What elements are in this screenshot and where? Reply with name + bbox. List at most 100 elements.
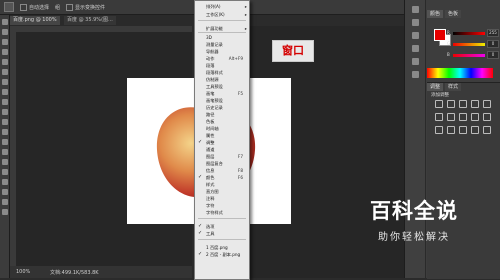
layers-panel-icon[interactable] [411, 58, 419, 65]
pen-tool-button[interactable] [1, 159, 8, 165]
menu-item[interactable]: ✓ 调整 [195, 139, 249, 146]
menu-item[interactable]: 色板 [195, 118, 249, 125]
properties-panel-icon[interactable] [411, 19, 419, 26]
show-transform-option[interactable]: 显示变换控件 [66, 3, 105, 11]
stamp-tool-button[interactable] [1, 99, 8, 105]
lasso-tool-button[interactable] [1, 39, 8, 45]
color-spectrum-bar[interactable] [427, 68, 493, 78]
crop-tool-button[interactable] [1, 59, 8, 65]
photo-filter-icon[interactable] [471, 113, 479, 121]
menu-item[interactable]: ✓ 选项 [195, 223, 249, 230]
history-brush-tool-button[interactable] [1, 109, 8, 115]
eraser-tool-button[interactable] [1, 119, 8, 125]
threshold-icon[interactable] [459, 126, 467, 134]
menu-item[interactable]: 路径 [195, 111, 249, 118]
menu-item[interactable]: 3D [195, 34, 249, 41]
menu-item-label: 工具 [206, 231, 215, 236]
menu-item[interactable]: 画笔 F5 [195, 90, 249, 97]
gradient-tool-button[interactable] [1, 129, 8, 135]
menu-item[interactable]: 字符 [195, 202, 249, 209]
menu-item[interactable]: 段落 [195, 62, 249, 69]
blue-value-field[interactable]: 0 [487, 51, 499, 59]
menu-item[interactable]: 排列(A) ▸ [195, 3, 249, 10]
selective-color-icon[interactable] [483, 126, 491, 134]
hand-tool-button[interactable] [1, 199, 8, 205]
gradient-map-icon[interactable] [471, 126, 479, 134]
type-tool-button[interactable] [1, 169, 8, 175]
menu-item[interactable]: 图层 F7 [195, 153, 249, 160]
dodge-tool-button[interactable] [1, 149, 8, 155]
red-slider-track[interactable] [453, 32, 485, 35]
menu-item[interactable]: 字符样式 [195, 209, 249, 216]
posterize-icon[interactable] [447, 126, 455, 134]
menu-item[interactable]: ✓ 2 百度 - 副本.png [195, 251, 249, 258]
hue-saturation-icon[interactable] [435, 113, 443, 121]
menu-item[interactable]: 图层复合 [195, 160, 249, 167]
vibrance-icon[interactable] [483, 100, 491, 108]
menu-item[interactable]: 属性 [195, 132, 249, 139]
color-balance-icon[interactable] [447, 113, 455, 121]
menu-item[interactable]: 注释 [195, 195, 249, 202]
tab-swatches[interactable]: 色板 [445, 10, 462, 18]
menu-item[interactable]: 直方图 [195, 188, 249, 195]
green-slider[interactable]: G 0 [447, 40, 499, 48]
brightness-icon[interactable] [435, 100, 443, 108]
document-tab[interactable]: 百度 @ 35.9%(图... [64, 16, 116, 25]
channel-mixer-icon[interactable] [483, 113, 491, 121]
menu-item[interactable]: 工具预设 [195, 83, 249, 90]
character-panel-icon[interactable] [411, 32, 419, 39]
green-value-field[interactable]: 0 [487, 40, 499, 48]
red-slider[interactable]: R 255 [447, 29, 499, 37]
menu-item-label: 直方图 [206, 189, 219, 194]
menu-item[interactable]: 时间轴 [195, 125, 249, 132]
menu-item[interactable]: 通道 [195, 146, 249, 153]
curves-icon[interactable] [459, 100, 467, 108]
zoom-tool-button[interactable] [1, 209, 8, 215]
auto-select-checkbox[interactable] [20, 3, 27, 11]
tab-color[interactable]: 颜色 [427, 10, 444, 18]
paragraph-panel-icon[interactable] [411, 45, 419, 52]
history-panel-icon[interactable] [411, 6, 419, 13]
tab-adjustments[interactable]: 调整 [427, 83, 444, 91]
blue-slider[interactable]: B 0 [447, 51, 499, 59]
menu-item[interactable]: 样式 [195, 181, 249, 188]
blur-tool-button[interactable] [1, 139, 8, 145]
menu-item[interactable]: 测量记录 [195, 41, 249, 48]
brush-tool-button[interactable] [1, 89, 8, 95]
menu-item[interactable]: 动作 Alt+F9 [195, 55, 249, 62]
exposure-icon[interactable] [471, 100, 479, 108]
shape-tool-button[interactable] [1, 189, 8, 195]
menu-item[interactable]: ✓ 工具 [195, 230, 249, 237]
document-tab[interactable]: 百度.png @ 100% [10, 16, 60, 25]
menu-item[interactable]: 画笔预设 [195, 97, 249, 104]
move-tool-icon[interactable] [4, 2, 14, 12]
show-transform-checkbox[interactable] [66, 3, 74, 11]
invert-icon[interactable] [435, 126, 443, 134]
green-slider-track[interactable] [453, 43, 485, 46]
zoom-level[interactable]: 100% [16, 269, 30, 275]
menu-item[interactable]: ✓ 颜色 F6 [195, 174, 249, 181]
menu-item[interactable]: 1 百度.png [195, 244, 249, 251]
menu-item[interactable]: 段落样式 [195, 69, 249, 76]
foreground-color-swatch[interactable] [434, 29, 446, 41]
tab-styles[interactable]: 样式 [445, 83, 462, 91]
channels-panel-icon[interactable] [411, 71, 419, 78]
move-tool-button[interactable] [1, 19, 8, 25]
red-value-field[interactable]: 255 [487, 29, 499, 37]
eyedropper-tool-button[interactable] [1, 69, 8, 75]
path-select-tool-button[interactable] [1, 179, 8, 185]
quick-select-tool-button[interactable] [1, 49, 8, 55]
black-white-icon[interactable] [459, 113, 467, 121]
menu-item[interactable]: 信息 F8 [195, 167, 249, 174]
healing-tool-button[interactable] [1, 79, 8, 85]
marquee-tool-button[interactable] [1, 29, 8, 35]
menu-item[interactable]: 工作区(K) ▸ [195, 11, 249, 18]
menu-item[interactable]: 扩展功能 ▸ [195, 25, 249, 32]
auto-select-option[interactable]: 自动选择 [20, 3, 49, 11]
menu-item[interactable]: 导航器 [195, 48, 249, 55]
blue-slider-track[interactable] [453, 54, 485, 57]
auto-select-dropdown[interactable]: 组 [55, 4, 60, 11]
menu-item[interactable]: 仿制源 [195, 76, 249, 83]
menu-item[interactable]: 历史记录 [195, 104, 249, 111]
levels-icon[interactable] [447, 100, 455, 108]
